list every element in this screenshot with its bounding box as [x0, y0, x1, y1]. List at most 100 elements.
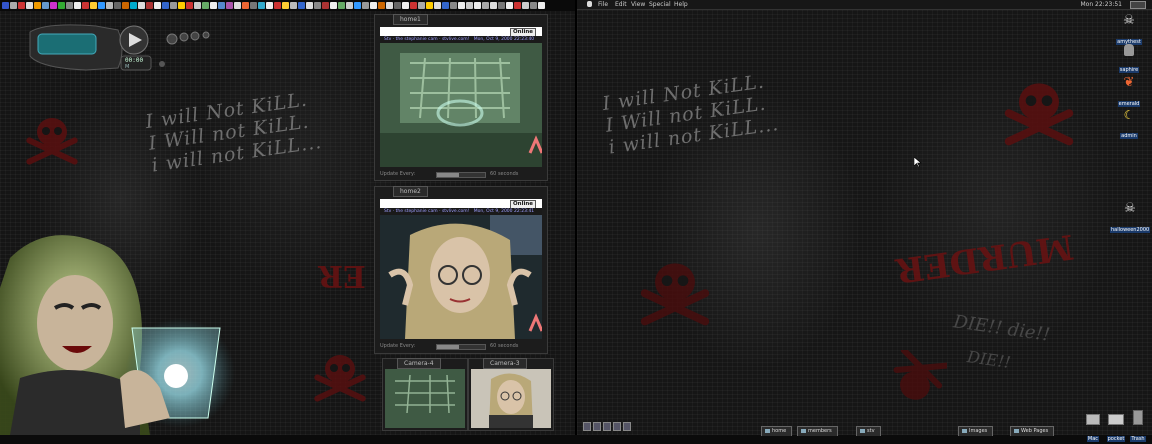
red-graffiti-word: ER: [318, 258, 366, 293]
app-icon[interactable]: [186, 2, 193, 9]
desktop-icon-trash[interactable]: Trash: [1126, 410, 1150, 444]
app-icon[interactable]: [34, 2, 41, 9]
app-icon[interactable]: [522, 2, 529, 9]
app-icon[interactable]: [338, 2, 345, 9]
app-icon[interactable]: [106, 2, 113, 9]
control-strip-icon[interactable]: [603, 422, 611, 431]
app-icon[interactable]: [66, 2, 73, 9]
app-icon[interactable]: [2, 2, 9, 9]
app-icon[interactable]: [330, 2, 337, 9]
app-icon[interactable]: [490, 2, 497, 9]
app-icon[interactable]: [498, 2, 505, 9]
app-icon[interactable]: [314, 2, 321, 9]
app-icon[interactable]: [170, 2, 177, 9]
app-icon[interactable]: [482, 2, 489, 9]
app-icon[interactable]: [146, 2, 153, 9]
desktop-icon-admin[interactable]: ☾ admin: [1114, 108, 1144, 141]
menu-clock[interactable]: Mon 22:23:51: [1080, 1, 1122, 8]
desktop-icon-halloween2000[interactable]: ☠ halloween2000: [1110, 202, 1151, 235]
app-icon[interactable]: [434, 2, 441, 9]
app-icon[interactable]: [26, 2, 33, 9]
app-icon[interactable]: [386, 2, 393, 9]
app-icon[interactable]: [18, 2, 25, 9]
app-icon[interactable]: [138, 2, 145, 9]
app-icon[interactable]: [530, 2, 537, 9]
desktop-icon-label: pocket: [1106, 436, 1126, 442]
app-icon[interactable]: [394, 2, 401, 9]
app-icon[interactable]: [82, 2, 89, 9]
app-icon[interactable]: [442, 2, 449, 9]
apple-menu-icon[interactable]: [587, 1, 592, 7]
app-icon[interactable]: [226, 2, 233, 9]
app-icon[interactable]: [506, 2, 513, 9]
app-icon[interactable]: [122, 2, 129, 9]
control-strip-icon[interactable]: [583, 422, 591, 431]
app-icon[interactable]: [130, 2, 137, 9]
app-icon[interactable]: [410, 2, 417, 9]
app-icon[interactable]: [58, 2, 65, 9]
cam-date: Mon, Oct 9, 2000 22:23:40: [473, 37, 535, 42]
app-icon[interactable]: [210, 2, 217, 9]
menu-help[interactable]: Help: [674, 1, 688, 8]
app-icon[interactable]: [274, 2, 281, 9]
app-icon[interactable]: [370, 2, 377, 9]
desktop-icon-saphire[interactable]: saphire: [1114, 44, 1144, 75]
webcam-panel: Online Stv · the stephanie cam · stvlive…: [380, 199, 542, 339]
app-icon[interactable]: [10, 2, 17, 9]
desktop-icon-mac[interactable]: Mac: [1081, 414, 1105, 444]
camera-3-window: Camera-3: [468, 358, 554, 431]
menu-view[interactable]: View: [631, 1, 645, 8]
app-icon[interactable]: [98, 2, 105, 9]
desktop-icon-emerald[interactable]: ❦ emerald: [1114, 76, 1144, 109]
update-progress: [436, 172, 486, 178]
app-icon[interactable]: [154, 2, 161, 9]
window-tab-home1[interactable]: home1: [393, 14, 428, 25]
computer-icon: [1086, 414, 1100, 425]
app-icon[interactable]: [266, 2, 273, 9]
app-icon[interactable]: [258, 2, 265, 9]
app-icon[interactable]: [362, 2, 369, 9]
app-icon[interactable]: [538, 2, 545, 9]
app-icon[interactable]: [322, 2, 329, 9]
app-icon[interactable]: [378, 2, 385, 9]
window-tab-home2[interactable]: home2: [393, 186, 428, 197]
menu-file[interactable]: File: [598, 1, 608, 8]
app-icon[interactable]: [474, 2, 481, 9]
app-icon[interactable]: [242, 2, 249, 9]
app-icon[interactable]: [426, 2, 433, 9]
app-icon[interactable]: [50, 2, 57, 9]
app-icon[interactable]: [354, 2, 361, 9]
app-icon[interactable]: [514, 2, 521, 9]
control-strip-icon[interactable]: [613, 422, 621, 431]
menu-edit[interactable]: Edit: [615, 1, 627, 8]
camera-4-tab[interactable]: Camera-4: [397, 358, 441, 369]
app-icon[interactable]: [42, 2, 49, 9]
menu-special[interactable]: Special: [649, 1, 671, 8]
update-interval: 60 seconds: [490, 343, 519, 349]
app-icon[interactable]: [90, 2, 97, 9]
camera-3-tab[interactable]: Camera-3: [483, 358, 527, 369]
app-icon[interactable]: [418, 2, 425, 9]
app-icon[interactable]: [178, 2, 185, 9]
app-icon[interactable]: [298, 2, 305, 9]
app-icon[interactable]: [346, 2, 353, 9]
control-strip-icon[interactable]: [593, 422, 601, 431]
app-icon[interactable]: [74, 2, 81, 9]
app-switcher-icon[interactable]: [1130, 1, 1146, 9]
app-icon[interactable]: [234, 2, 241, 9]
app-icon[interactable]: [402, 2, 409, 9]
app-icon[interactable]: [162, 2, 169, 9]
app-icon[interactable]: [282, 2, 289, 9]
app-icon[interactable]: [450, 2, 457, 9]
app-icon[interactable]: [202, 2, 209, 9]
control-strip-icon[interactable]: [623, 422, 631, 431]
desktop-icon-amythest[interactable]: ☠ amythest: [1114, 14, 1144, 47]
app-icon[interactable]: [290, 2, 297, 9]
app-icon[interactable]: [218, 2, 225, 9]
app-icon[interactable]: [306, 2, 313, 9]
app-icon[interactable]: [194, 2, 201, 9]
app-icon[interactable]: [466, 2, 473, 9]
app-icon[interactable]: [250, 2, 257, 9]
app-icon[interactable]: [458, 2, 465, 9]
app-icon[interactable]: [114, 2, 121, 9]
